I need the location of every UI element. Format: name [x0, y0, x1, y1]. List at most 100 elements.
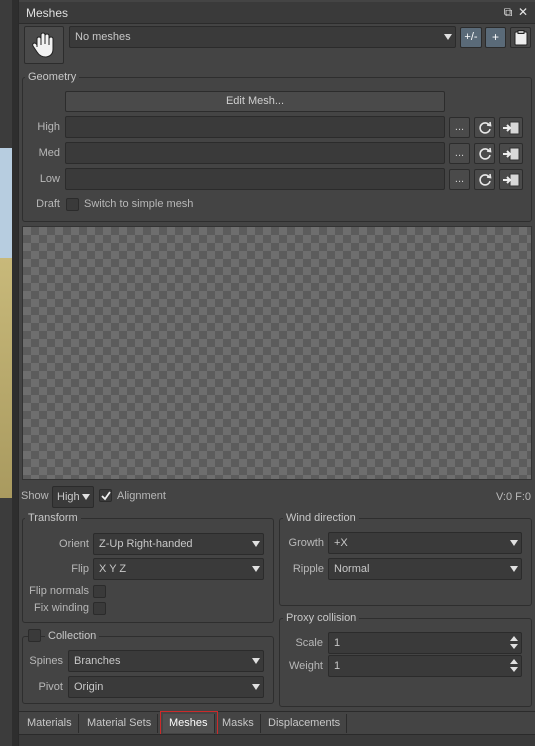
- alignment-label: Alignment: [117, 490, 166, 502]
- mesh-select[interactable]: No meshes: [69, 26, 456, 48]
- float-icon[interactable]: ⧉: [501, 5, 515, 20]
- viewport-edge: [0, 0, 18, 746]
- scale-value: 1: [334, 637, 341, 649]
- tab-masks[interactable]: Masks: [216, 714, 261, 733]
- weight-label: Weight: [288, 660, 323, 672]
- spines-label: Spines: [29, 655, 63, 667]
- wind-direction-title: Wind direction: [283, 512, 359, 524]
- lod-label-med: Med: [38, 147, 60, 159]
- orient-label: Orient: [59, 538, 89, 550]
- tab-displacements[interactable]: Displacements: [262, 714, 348, 733]
- spin-up-icon[interactable]: [510, 636, 518, 641]
- orient-select[interactable]: Z-Up Right-handed: [93, 533, 264, 555]
- viewport-ground: [0, 258, 12, 498]
- chevron-down-icon: [444, 34, 452, 40]
- lod-low-path-field[interactable]: [65, 168, 445, 190]
- chevron-down-icon: [252, 684, 260, 690]
- chevron-down-icon: [252, 658, 260, 664]
- lod-med-path-field[interactable]: [65, 142, 445, 164]
- viewport-sky: [0, 148, 12, 258]
- pivot-value: Origin: [74, 681, 104, 693]
- ripple-value: Normal: [334, 563, 370, 575]
- meshes-panel: Meshes ⧉ ✕ No meshes +/- + Geometry Edit…: [18, 0, 535, 746]
- hand-tool-button[interactable]: [24, 26, 64, 64]
- tab-meshes[interactable]: Meshes: [160, 711, 218, 736]
- ripple-select[interactable]: Normal: [328, 558, 522, 580]
- growth-value: +X: [334, 537, 348, 549]
- alignment-checkbox[interactable]: [99, 489, 112, 502]
- spines-value: Branches: [74, 655, 121, 667]
- lod-high-browse-button[interactable]: ...: [449, 117, 470, 138]
- lod-high-import-button[interactable]: [499, 117, 523, 138]
- refresh-icon: [478, 121, 491, 134]
- proxy-collision-title: Proxy collision: [283, 612, 360, 624]
- scale-label: Scale: [295, 637, 323, 649]
- mesh-preview-viewport[interactable]: [22, 226, 532, 480]
- import-icon: [503, 147, 520, 160]
- edit-mesh-button[interactable]: Edit Mesh...: [65, 91, 445, 112]
- clipboard-button[interactable]: [510, 27, 531, 48]
- fix-winding-checkbox[interactable]: [93, 602, 106, 615]
- flip-value: X Y Z: [99, 563, 127, 575]
- draft-option-label: Switch to simple mesh: [84, 198, 194, 210]
- flip-normals-checkbox[interactable]: [93, 585, 106, 598]
- lod-low-browse-button[interactable]: ...: [449, 169, 470, 190]
- lod-high-path-field[interactable]: [65, 116, 445, 138]
- draft-checkbox[interactable]: [66, 198, 79, 211]
- spines-select[interactable]: Branches: [68, 650, 264, 672]
- flip-label: Flip: [71, 563, 89, 575]
- panel-titlebar: Meshes ⧉ ✕: [19, 2, 535, 24]
- import-icon: [503, 173, 520, 186]
- spin-down-icon[interactable]: [510, 667, 518, 672]
- geometry-title: Geometry: [25, 71, 80, 83]
- tab-materials[interactable]: Materials: [21, 714, 79, 733]
- tab-material-sets[interactable]: Material Sets: [81, 714, 159, 733]
- panel-title: Meshes: [26, 6, 69, 20]
- add-remove-mesh-button[interactable]: +/-: [460, 27, 482, 48]
- collection-title: Collection: [45, 630, 100, 642]
- hand-icon: [32, 32, 54, 58]
- chevron-down-icon: [252, 541, 260, 547]
- scale-spinbox[interactable]: 1: [328, 632, 522, 654]
- weight-spinbox[interactable]: 1: [328, 655, 522, 677]
- draft-label: Draft: [36, 198, 60, 210]
- check-icon: [101, 491, 111, 501]
- growth-select[interactable]: +X: [328, 532, 522, 554]
- fix-winding-label: Fix winding: [33, 602, 89, 614]
- show-label: Show: [21, 490, 49, 502]
- spin-down-icon[interactable]: [510, 644, 518, 649]
- lod-high-refresh-button[interactable]: [474, 117, 495, 138]
- import-icon: [503, 121, 520, 134]
- mesh-stats: V:0 F:0: [496, 491, 532, 503]
- collection-checkbox[interactable]: [28, 629, 41, 642]
- flip-select[interactable]: X Y Z: [93, 558, 264, 580]
- lod-low-refresh-button[interactable]: [474, 169, 495, 190]
- lod-med-refresh-button[interactable]: [474, 143, 495, 164]
- weight-value: 1: [334, 660, 341, 672]
- flip-normals-label: Flip normals: [29, 585, 89, 597]
- show-lod-value: High: [57, 491, 80, 503]
- close-icon[interactable]: ✕: [516, 5, 530, 19]
- show-lod-select[interactable]: High: [52, 486, 94, 508]
- refresh-icon: [478, 147, 491, 160]
- refresh-icon: [478, 173, 491, 186]
- lod-low-import-button[interactable]: [499, 169, 523, 190]
- pivot-label: Pivot: [38, 681, 63, 693]
- spin-up-icon[interactable]: [510, 659, 518, 664]
- add-mesh-button[interactable]: +: [485, 27, 506, 48]
- transform-title: Transform: [25, 512, 81, 524]
- chevron-down-icon: [82, 494, 90, 500]
- pivot-select[interactable]: Origin: [68, 676, 264, 698]
- lod-med-import-button[interactable]: [499, 143, 523, 164]
- bottom-panel-header: [19, 734, 535, 746]
- chevron-down-icon: [252, 566, 260, 572]
- lod-label-low: Low: [39, 173, 60, 185]
- mesh-select-value: No meshes: [75, 31, 131, 43]
- lod-label-high: High: [37, 121, 60, 133]
- chevron-down-icon: [510, 566, 518, 572]
- ripple-label: Ripple: [292, 563, 324, 575]
- growth-label: Growth: [288, 537, 324, 549]
- orient-value: Z-Up Right-handed: [99, 538, 193, 550]
- lod-med-browse-button[interactable]: ...: [449, 143, 470, 164]
- chevron-down-icon: [510, 540, 518, 546]
